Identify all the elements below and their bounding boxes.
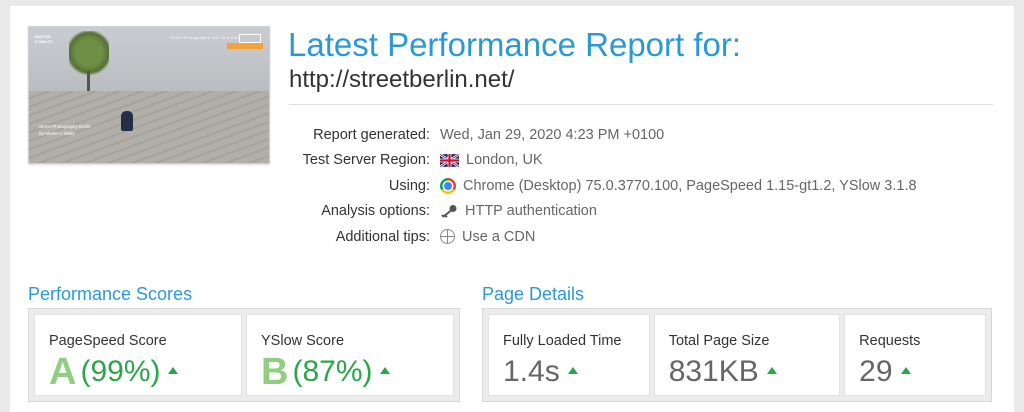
total-page-size-value: 831KB (669, 352, 777, 392)
info-value: HTTP authentication (440, 203, 597, 219)
trend-up-icon (766, 366, 777, 374)
requests-count: 29 (859, 355, 893, 388)
server-region[interactable]: London, UK (466, 152, 543, 168)
tip-link[interactable]: Use a CDN (462, 229, 535, 245)
total-page-size: 831KB (668, 355, 759, 388)
thumbnail-nav: Home Photographie Info Tour Kon (170, 36, 239, 40)
info-value: Wed, Jan 29, 2020 4:23 PM +0100 (440, 127, 664, 143)
info-row-report-generated: Report generated: Wed, Jan 29, 2020 4:23… (280, 122, 980, 148)
thumbnail-caption: Street Photography Berlin By Martin U Wa… (39, 123, 91, 137)
pagespeed-score-label: PageSpeed Score (49, 333, 167, 349)
thumbnail-tree-trunk (87, 71, 90, 91)
info-value: Use a CDN (440, 229, 535, 245)
uk-flag-icon (440, 153, 459, 167)
report-date: Wed, Jan 29, 2020 4:23 PM +0100 (440, 126, 665, 143)
total-page-size-tile[interactable]: Total Page Size 831KB (653, 314, 841, 396)
info-row-using: Using: Chrome (Desktop) 75.0.3770.100, P… (280, 173, 980, 199)
page-title: Latest Performance Report for: (288, 26, 742, 63)
pagespeed-score-value: A (99%) (49, 351, 179, 393)
info-label: Test Server Region: (302, 152, 430, 169)
thumbnail-cta-button (227, 43, 263, 49)
yslow-percent: (87%) (292, 355, 373, 388)
info-value: Chrome (Desktop) 75.0.3770.100, PageSpee… (440, 177, 917, 194)
info-label: Analysis options: (321, 203, 430, 220)
report-info-table: Report generated: Wed, Jan 29, 2020 4:23… (280, 122, 980, 250)
requests-tile[interactable]: Requests 29 (844, 314, 986, 396)
globe-icon (440, 229, 455, 245)
trend-up-icon (168, 366, 179, 374)
fully-loaded-time-tile[interactable]: Fully Loaded Time 1.4s (488, 314, 650, 396)
pagespeed-score-tile[interactable]: PageSpeed Score A (99%) (34, 314, 242, 396)
performance-scores-panel: PageSpeed Score A (99%) YSlow Score B (8… (28, 308, 460, 402)
info-label: Using: (388, 177, 430, 194)
divider (289, 104, 993, 105)
yslow-score-tile[interactable]: YSlow Score B (87%) (246, 314, 454, 396)
performance-scores-title: Performance Scores (28, 284, 193, 304)
info-row-analysis-options: Analysis options: HTTP authentication (280, 199, 980, 225)
thumbnail-nav-button (239, 34, 261, 43)
analysis-option: HTTP authentication (465, 203, 597, 220)
info-row-additional-tips: Additional tips: Use a CDN (280, 224, 980, 250)
key-icon (440, 204, 458, 219)
thumbnail-caption-line2: By Martin U Waltz (39, 131, 75, 136)
report-url[interactable]: http://streetberlin.net/ (289, 66, 514, 94)
thumbnail-caption-line1: Street Photography Berlin (39, 124, 91, 129)
chrome-icon (440, 177, 456, 194)
page-details-title: Page Details (482, 284, 585, 304)
pagespeed-percent: (99%) (80, 355, 161, 388)
trend-up-icon (567, 366, 578, 374)
yslow-score-label: YSlow Score (261, 333, 345, 349)
site-screenshot-thumbnail[interactable]: MARTIN U WALTZ Home Photographie Info To… (28, 26, 270, 164)
info-row-server-region: Test Server Region: London, UK (280, 148, 980, 174)
trend-up-icon (900, 366, 911, 374)
pagespeed-grade: A (49, 351, 77, 393)
info-value: London, UK (440, 152, 543, 168)
yslow-score-value: B (87%) (261, 351, 391, 393)
thumbnail-logo: MARTIN U WALTZ (35, 34, 57, 44)
thumbnail-logo-line2: U WALTZ (35, 39, 53, 44)
page-details-panel: Fully Loaded Time 1.4s Total Page Size 8… (482, 308, 992, 402)
fully-loaded-time: 1.4s (503, 355, 560, 388)
info-label: Report generated: (313, 126, 430, 143)
total-page-size-label: Total Page Size (668, 333, 770, 349)
thumbnail-person (121, 111, 133, 131)
browser-info: Chrome (Desktop) 75.0.3770.100, PageSpee… (463, 177, 917, 194)
requests-value: 29 (859, 352, 911, 392)
yslow-grade: B (261, 351, 289, 393)
info-label: Additional tips: (335, 228, 430, 245)
fully-loaded-time-label: Fully Loaded Time (503, 333, 622, 349)
requests-label: Requests (859, 333, 921, 349)
trend-up-icon (380, 366, 391, 374)
fully-loaded-time-value: 1.4s (503, 352, 578, 392)
